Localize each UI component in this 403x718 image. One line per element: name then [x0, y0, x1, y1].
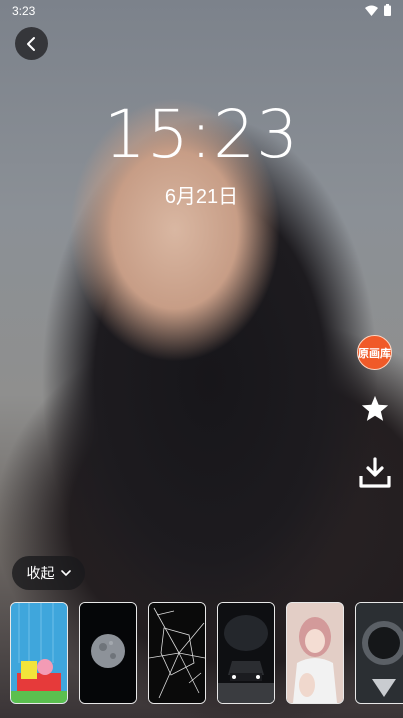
download-icon[interactable] [358, 456, 392, 490]
thumbnail-car[interactable] [217, 602, 275, 704]
back-button[interactable] [15, 27, 48, 60]
car-image [218, 603, 274, 703]
moon-image [80, 603, 136, 703]
chevron-down-icon [60, 569, 71, 576]
status-time: 3:23 [12, 4, 36, 18]
wallpaper-preview-screen: 3:23 15:23 6月21日 原画库 收起 [0, 0, 403, 718]
collapse-label: 收起 [26, 565, 55, 581]
status-icons [365, 4, 391, 16]
thumbnail-cracked-glass[interactable] [148, 602, 206, 704]
star-icon[interactable] [360, 394, 390, 424]
spongebob-image [11, 603, 67, 703]
battery-icon [384, 4, 391, 16]
cracked-glass-image [149, 603, 205, 703]
status-bar: 3:23 [0, 0, 403, 22]
thumbnail-girl[interactable] [286, 602, 344, 704]
thumbnail-moon[interactable] [79, 602, 137, 704]
lockscreen-clock: 15:23 [103, 96, 300, 173]
chevron-left-icon [26, 36, 35, 51]
thumbnail-astronaut[interactable] [355, 602, 403, 704]
wifi-icon [365, 5, 378, 16]
girl-image [287, 603, 343, 703]
thumbnail-spongebob[interactable] [10, 602, 68, 704]
wallpaper-thumbnail-strip [10, 602, 403, 704]
brand-badge-button[interactable]: 原画库 [357, 335, 392, 370]
collapse-button[interactable]: 收起 [12, 556, 85, 590]
astronaut-image [356, 603, 403, 703]
lockscreen-date: 6月21日 [164, 186, 239, 208]
